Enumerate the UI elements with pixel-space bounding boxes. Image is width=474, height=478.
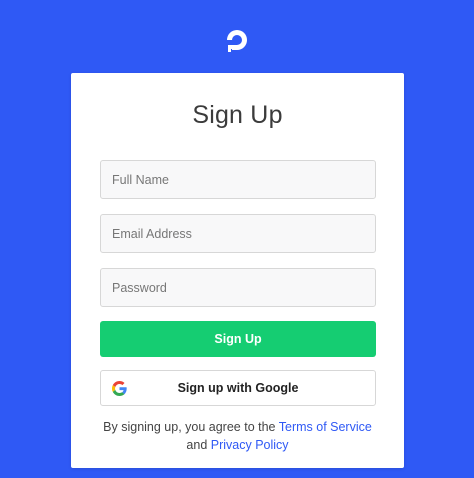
digitalocean-logo-icon [227,30,247,52]
full-name-input[interactable] [100,160,376,199]
legal-conjunction: and [186,438,208,452]
email-input[interactable] [100,214,376,253]
google-signup-button[interactable]: Sign up with Google [100,370,376,406]
sign-up-button[interactable]: Sign Up [100,321,376,357]
legal-prefix: By signing up, you agree to the [103,420,276,434]
page-title: Sign Up [192,101,283,129]
google-g-icon [112,381,127,396]
terms-of-service-link[interactable]: Terms of Service [279,420,372,434]
legal-notice: By signing up, you agree to the Terms of… [71,418,404,454]
privacy-policy-link[interactable]: Privacy Policy [211,438,289,452]
signup-card: Sign Up Sign Up Sign up with Google By s… [71,73,404,468]
password-input[interactable] [100,268,376,307]
google-signup-label: Sign up with Google [177,381,299,395]
